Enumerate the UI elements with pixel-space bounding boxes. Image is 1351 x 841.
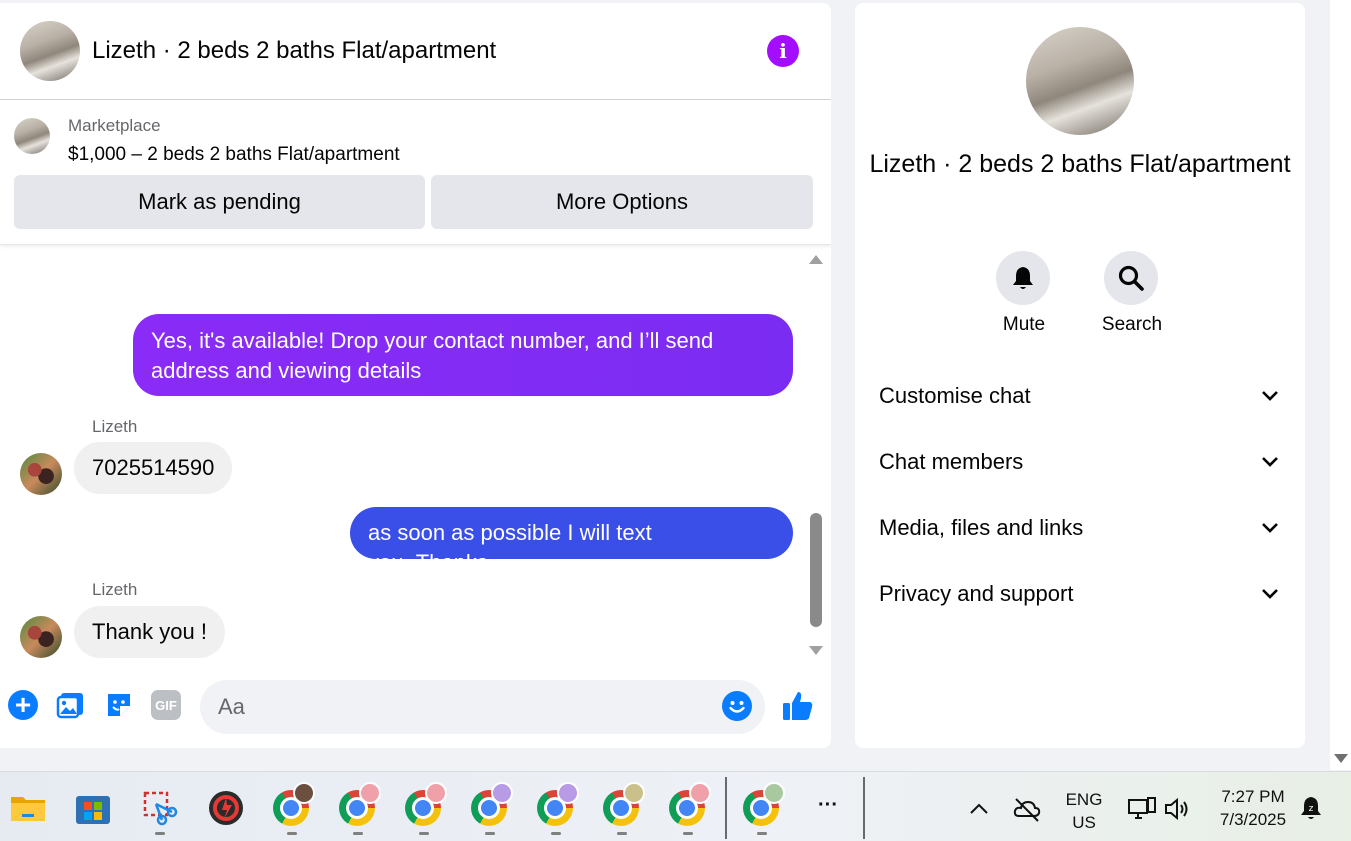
outgoing-message[interactable]: Yes, it's available! Drop your contact n… [133,314,793,396]
mute-label: Mute [1002,314,1046,335]
more-apps-button[interactable]: ··· [812,794,844,817]
running-indicator [551,832,561,835]
gif-icon[interactable]: GIF [151,690,181,720]
running-indicator [353,832,363,835]
sender-avatar[interactable] [20,616,62,658]
chrome-profile-icon[interactable] [603,782,645,826]
message-list: Yes, it's available! Drop your contact n… [0,248,805,658]
sender-name: Lizeth [92,417,138,436]
section-label: Privacy and support [879,581,1074,606]
section-privacy-support[interactable]: Privacy and support [879,574,1281,614]
chrome-profile-icon[interactable] [537,782,579,826]
chevron-down-icon [1259,385,1281,407]
marketplace-listing: Marketplace $1,000 – 2 beds 2 baths Flat… [0,100,831,245]
image-gallery-icon[interactable] [56,690,86,720]
scroll-up-arrow-icon[interactable] [809,255,823,264]
notification-bell-icon[interactable]: z [1297,794,1325,822]
taskbar-separator [725,777,727,839]
search-button[interactable]: Search [1102,251,1162,335]
language-code: ENG [1065,790,1103,809]
volume-icon[interactable] [1163,794,1193,824]
chrome-profile-icon[interactable] [405,782,447,826]
chevron-up-icon[interactable] [966,796,992,822]
section-label: Media, files and links [879,515,1084,540]
marketplace-label: Marketplace [68,116,161,135]
onedrive-offline-icon[interactable] [1012,794,1042,824]
chevron-down-icon [1259,517,1281,539]
chevron-down-icon [1259,583,1281,605]
chrome-profile-icon[interactable] [669,782,711,826]
section-label: Customise chat [879,383,1031,408]
plus-icon[interactable]: + [8,690,38,720]
clock-time: 7:27 PM [1221,787,1285,806]
mark-as-pending-button[interactable]: Mark as pending [14,175,425,229]
search-icon[interactable] [1104,251,1158,305]
svg-text:z: z [1309,804,1314,814]
scroll-down-arrow-icon[interactable] [809,646,823,655]
running-indicator [419,832,429,835]
message-scrollbar[interactable] [808,253,824,658]
chevron-down-icon [1259,451,1281,473]
section-customise-chat[interactable]: Customise chat [879,376,1281,416]
running-indicator [683,832,693,835]
section-chat-members[interactable]: Chat members [879,442,1281,482]
chrome-profile-icon[interactable] [743,782,785,826]
scroll-thumb[interactable] [810,513,822,627]
running-indicator [155,832,165,835]
clock-date: 7/3/2025 [1219,810,1287,829]
conversation-title: Lizeth · 2 beds 2 baths Flat/apartment [869,150,1291,178]
incoming-message[interactable]: Thank you ! [74,606,225,658]
scroll-down-arrow-icon[interactable] [1334,754,1348,763]
more-options-button[interactable]: More Options [431,175,813,229]
sender-avatar[interactable] [20,453,62,495]
listing-avatar-large[interactable] [1026,27,1134,135]
running-indicator [617,832,627,835]
listing-avatar[interactable] [20,21,80,81]
network-icon[interactable] [1127,794,1157,824]
incoming-message[interactable]: 7025514590 [74,442,233,494]
sticker-icon[interactable] [104,690,134,720]
bell-icon[interactable] [996,251,1050,305]
chrome-profile-icon[interactable] [471,782,513,826]
windows-taskbar: ··· ENG US 7:27 PM 7/3/2025 z [0,771,1351,841]
page-scrollbar[interactable] [1330,0,1351,770]
mute-button[interactable]: Mute [996,251,1052,335]
running-indicator [485,832,495,835]
region-code: US [1072,813,1096,832]
search-label: Search [1101,314,1163,335]
microsoft-store-icon[interactable] [75,790,111,826]
listing-thumbnail[interactable] [14,118,50,154]
info-icon[interactable]: i [767,35,799,67]
outgoing-message[interactable]: as soon as possible I will text you..Tha… [350,507,793,575]
language-indicator[interactable]: ENG US [1060,788,1108,834]
message-composer: + GIF [0,675,831,735]
section-media-files-links[interactable]: Media, files and links [879,508,1281,548]
chat-header: Lizeth · 2 beds 2 baths Flat/apartment i [0,3,831,100]
taskbar-separator [863,777,865,839]
listing-price[interactable]: $1,000 – 2 beds 2 baths Flat/apartment [68,144,400,166]
driver-booster-icon[interactable] [208,790,244,826]
chrome-profile-icon[interactable] [339,782,381,826]
conversation-info-panel: Lizeth · 2 beds 2 baths Flat/apartment M… [855,3,1305,748]
sender-name: Lizeth [92,580,138,599]
running-indicator [757,832,767,835]
chrome-profile-icon[interactable] [273,782,315,826]
file-explorer-icon[interactable] [10,790,46,826]
chat-panel: Lizeth · 2 beds 2 baths Flat/apartment i… [0,3,831,748]
section-label: Chat members [879,449,1024,474]
running-indicator [287,832,297,835]
thumbs-up-icon[interactable] [780,688,816,724]
emoji-icon[interactable] [722,691,752,721]
snipping-tool-icon[interactable] [142,790,178,826]
chat-title[interactable]: Lizeth · 2 beds 2 baths Flat/apartment [92,37,496,65]
message-input[interactable] [200,680,765,734]
clock[interactable]: 7:27 PM 7/3/2025 [1205,785,1301,831]
